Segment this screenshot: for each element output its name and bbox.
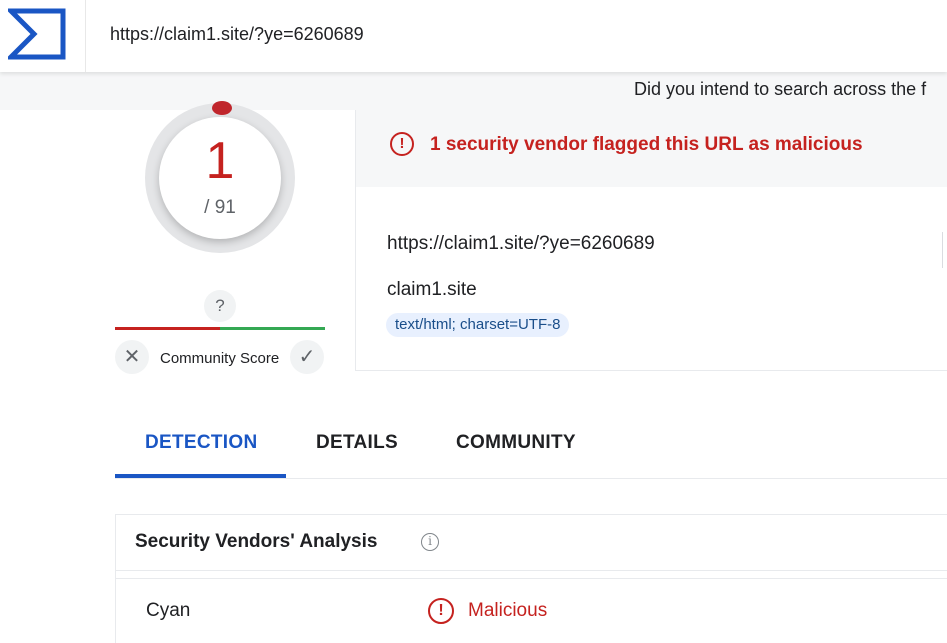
virustotal-logo[interactable] (8, 8, 66, 60)
tab-community[interactable]: COMMUNITY (456, 432, 576, 454)
search-input[interactable] (110, 20, 930, 48)
detection-count: 1 (205, 132, 235, 190)
tab-detection[interactable]: DETECTION (145, 432, 257, 454)
content-type-tag[interactable]: text/html; charset=UTF-8 (386, 313, 570, 337)
top-bar (0, 0, 947, 72)
detection-total: / 91 (204, 197, 236, 218)
vote-harmless-button[interactable]: ✓ (290, 340, 324, 374)
section-title: Security Vendors' Analysis (135, 531, 378, 552)
vendor-name: Cyan (146, 600, 191, 621)
tab-details[interactable]: DETAILS (316, 432, 398, 454)
community-score-help-icon[interactable]: ? (204, 290, 236, 322)
vote-malicious-button[interactable]: ✕ (115, 340, 149, 374)
card-divider (942, 232, 943, 268)
analyzed-url: https://claim1.site/?ye=6260689 (387, 233, 655, 254)
close-icon: ✕ (123, 346, 141, 368)
check-icon: ✓ (298, 346, 316, 368)
alert-text: 1 security vendor flagged this URL as ma… (430, 134, 863, 155)
community-score-label: Community Score (160, 350, 280, 367)
detection-score-gauge: 1 / 91 (145, 101, 295, 253)
logo-divider (85, 0, 86, 72)
search-hint-text[interactable]: Did you intend to search across the f (634, 79, 926, 100)
analyzed-domain[interactable]: claim1.site (387, 279, 477, 301)
section-header-divider (115, 570, 947, 571)
tabs-divider (115, 478, 947, 479)
community-score-bar-positive (220, 327, 325, 330)
community-score-bar-negative (115, 327, 220, 330)
alert-icon: ! (390, 132, 414, 156)
info-icon[interactable]: i (421, 533, 439, 551)
vendor-result: Malicious (468, 600, 548, 621)
malicious-alert-icon: ! (428, 598, 454, 624)
gauge-indicator (212, 101, 232, 115)
